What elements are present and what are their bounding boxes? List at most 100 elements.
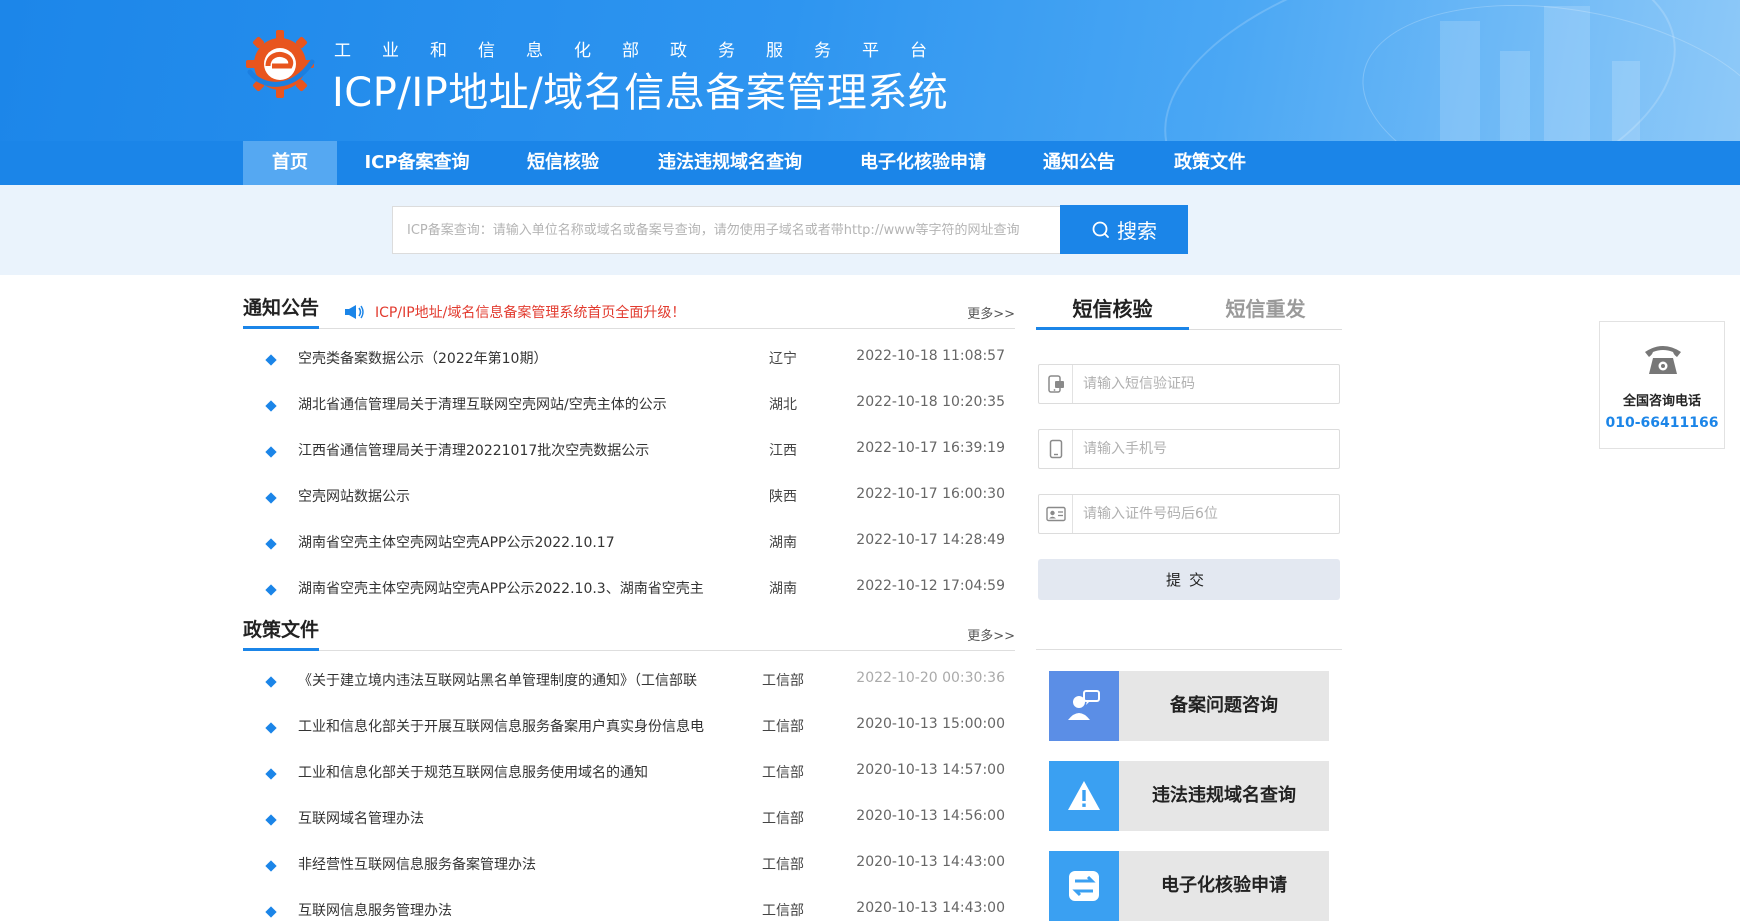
bullet-icon (265, 768, 277, 780)
list-item[interactable]: 湖南省空壳主体空壳网站空壳APP公示2022.10.3、湖南省空壳主 湖南 20… (243, 572, 1015, 618)
logo-icon (246, 30, 315, 98)
list-item[interactable]: 湖南省空壳主体空壳网站空壳APP公示2022.10.17 湖南 2022-10-… (243, 526, 1015, 572)
phone-field[interactable] (1038, 429, 1340, 469)
list-item[interactable]: 空壳网站数据公示 陕西 2022-10-17 16:00:30 (243, 480, 1015, 526)
nav-item-e-verify[interactable]: 电子化核验申请 (850, 141, 996, 185)
notice-title[interactable]: 空壳网站数据公示 (298, 486, 708, 506)
list-item[interactable]: 非经营性互联网信息服务备案管理办法 工信部 2020-10-13 14:43:0… (243, 848, 1015, 894)
policy-date: 2020-10-13 14:43:00 (856, 900, 1005, 916)
policy-date: 2020-10-13 14:57:00 (856, 762, 1005, 778)
hotline-widget[interactable]: 全国咨询电话 010-66411166 (1599, 321, 1725, 449)
nav-item-icp-query[interactable]: ICP备案查询 (355, 141, 479, 185)
bullet-icon (265, 584, 277, 596)
quick-link-label: 违法违规域名查询 (1152, 785, 1296, 806)
list-item[interactable]: 工业和信息化部关于开展互联网信息服务备案用户真实身份信息电 工信部 2020-1… (243, 710, 1015, 756)
policy-title[interactable]: 工业和信息化部关于规范互联网信息服务使用域名的通知 (298, 762, 708, 782)
policy-title[interactable]: 《关于建立境内违法互联网站黑名单管理制度的通知》（工信部联 (298, 670, 708, 690)
list-item[interactable]: 《关于建立境内违法互联网站黑名单管理制度的通知》（工信部联 工信部 2022-1… (243, 664, 1015, 710)
policy-date: 2022-10-20 00:30:36 (856, 670, 1005, 686)
notice-title[interactable]: 空壳类备案数据公示（2022年第10期） (298, 348, 708, 368)
list-item[interactable]: 江西省通信管理局关于清理20221017批次空壳数据公示 江西 2022-10-… (243, 434, 1015, 480)
notice-title[interactable]: 湖北省通信管理局关于清理互联网空壳网站/空壳主体的公示 (298, 394, 708, 414)
policies-more-link[interactable]: 更多>> (967, 625, 1015, 644)
page: 工业和信息化部政务服务平台 ICP/IP地址/域名信息备案管理系统 首页 ICP… (0, 0, 1740, 922)
quick-link-e-verify[interactable]: 电子化核验申请 (1049, 851, 1329, 921)
notice-date: 2022-10-18 10:20:35 (856, 394, 1005, 410)
quick-link-label: 电子化核验申请 (1161, 875, 1287, 896)
policy-title[interactable]: 互联网域名管理办法 (298, 808, 708, 828)
banner-building (1544, 6, 1590, 141)
id-card-icon (1039, 495, 1073, 533)
quick-link-illegal-domain[interactable]: 违法违规域名查询 (1049, 761, 1329, 831)
nav-item-notices[interactable]: 通知公告 (1031, 141, 1127, 185)
notice-date: 2022-10-17 14:28:49 (856, 532, 1005, 548)
notice-province: 江西 (769, 443, 797, 459)
notices-header: 通知公告 ICP/IP地址/域名信息备案管理系统首页全面升级！ 更多>> (243, 293, 1015, 329)
main-nav: 首页 ICP备案查询 短信核验 违法违规域名查询 电子化核验申请 通知公告 政策… (0, 141, 1740, 185)
id-input[interactable] (1083, 495, 1333, 533)
policy-source: 工信部 (762, 903, 804, 919)
notice-title[interactable]: 江西省通信管理局关于清理20221017批次空壳数据公示 (298, 440, 708, 460)
sms-icon (1039, 365, 1073, 403)
bullet-icon (265, 400, 277, 412)
notices-more-link[interactable]: 更多>> (967, 303, 1015, 322)
search-button-label: 搜索 (1117, 219, 1157, 243)
list-item[interactable]: 工业和信息化部关于规范互联网信息服务使用域名的通知 工信部 2020-10-13… (243, 756, 1015, 802)
policy-source: 工信部 (762, 811, 804, 827)
tab-sms-verify[interactable]: 短信核验 (1036, 290, 1189, 330)
banner-building (1500, 51, 1530, 141)
notice-date: 2022-10-17 16:00:30 (856, 486, 1005, 502)
list-item[interactable]: 互联网信息服务管理办法 工信部 2020-10-13 14:43:00 (243, 894, 1015, 922)
notices-list: 空壳类备案数据公示（2022年第10期） 辽宁 2022-10-18 11:08… (243, 342, 1015, 618)
bullet-icon (265, 354, 277, 366)
panel-divider (1036, 649, 1342, 650)
notice-province: 辽宁 (769, 351, 797, 367)
hotline-label: 全国咨询电话 (1622, 394, 1701, 409)
list-item[interactable]: 空壳类备案数据公示（2022年第10期） 辽宁 2022-10-18 11:08… (243, 342, 1015, 388)
bullet-icon (265, 814, 277, 826)
notice-title[interactable]: 湖南省空壳主体空壳网站空壳APP公示2022.10.17 (298, 532, 708, 552)
notice-date: 2022-10-17 16:39:19 (856, 440, 1005, 456)
submit-button[interactable]: 提交 (1038, 559, 1340, 600)
hotline-number: 010-66411166 (1605, 415, 1719, 431)
bullet-icon (265, 538, 277, 550)
bullet-icon (265, 676, 277, 688)
quick-link-consult[interactable]: 备案问题咨询 (1049, 671, 1329, 741)
sms-code-field[interactable] (1038, 364, 1340, 404)
phone-input[interactable] (1083, 430, 1333, 468)
search-input[interactable] (392, 206, 1060, 254)
id-field[interactable] (1038, 494, 1340, 534)
search-icon (1092, 221, 1109, 238)
notice-title[interactable]: 湖南省空壳主体空壳网站空壳APP公示2022.10.3、湖南省空壳主 (298, 578, 708, 598)
tab-sms-resend[interactable]: 短信重发 (1189, 290, 1342, 330)
policy-source: 工信部 (762, 673, 804, 689)
banner-building (1612, 61, 1640, 141)
transfer-icon (1049, 851, 1119, 921)
nav-item-illegal-domain[interactable]: 违法违规域名查询 (646, 141, 814, 185)
notice-date: 2022-10-12 17:04:59 (856, 578, 1005, 594)
bullet-icon (265, 446, 277, 458)
bullet-icon (265, 860, 277, 872)
nav-item-policies[interactable]: 政策文件 (1162, 141, 1258, 185)
notice-ticker-text: ICP/IP地址/域名信息备案管理系统首页全面升级！ (375, 305, 686, 321)
list-item[interactable]: 互联网域名管理办法 工信部 2020-10-13 14:56:00 (243, 802, 1015, 848)
search-button[interactable]: 搜索 (1060, 205, 1188, 254)
sms-code-input[interactable] (1083, 365, 1333, 403)
warning-icon (1049, 761, 1119, 831)
policy-date: 2020-10-13 15:00:00 (856, 716, 1005, 732)
nav-item-home[interactable]: 首页 (243, 141, 337, 185)
policy-date: 2020-10-13 14:43:00 (856, 854, 1005, 870)
bullet-icon (265, 722, 277, 734)
notice-province: 湖南 (769, 581, 797, 597)
policy-title[interactable]: 工业和信息化部关于开展互联网信息服务备案用户真实身份信息电 (298, 716, 708, 736)
notice-province: 陕西 (769, 489, 797, 505)
nav-item-sms-verify[interactable]: 短信核验 (515, 141, 611, 185)
policy-title[interactable]: 非经营性互联网信息服务备案管理办法 (298, 854, 708, 874)
banner-building (1440, 21, 1480, 141)
policy-source: 工信部 (762, 765, 804, 781)
notice-ticker[interactable]: ICP/IP地址/域名信息备案管理系统首页全面升级！ (343, 302, 685, 322)
consult-icon (1049, 671, 1119, 741)
list-item[interactable]: 湖北省通信管理局关于清理互联网空壳网站/空壳主体的公示 湖北 2022-10-1… (243, 388, 1015, 434)
policy-title[interactable]: 互联网信息服务管理办法 (298, 900, 708, 920)
notice-date: 2022-10-18 11:08:57 (856, 348, 1005, 364)
